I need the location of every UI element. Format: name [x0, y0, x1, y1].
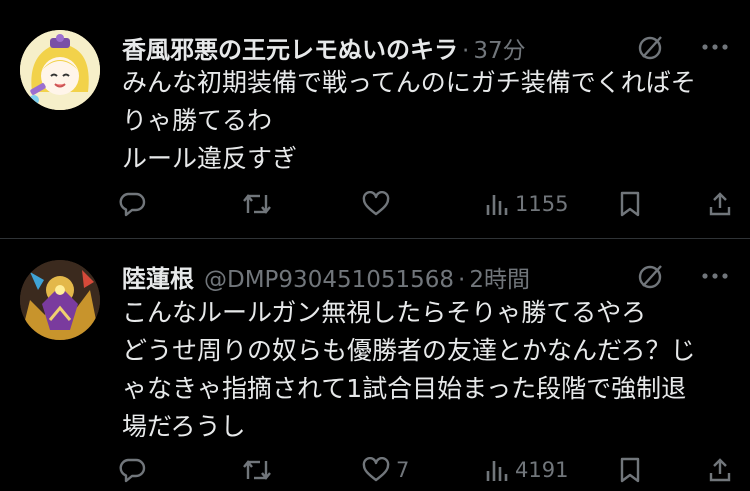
like-button[interactable]: 7: [362, 455, 409, 485]
avatar[interactable]: [20, 260, 100, 340]
grok-icon[interactable]: [634, 263, 668, 289]
bookmark-button[interactable]: [619, 189, 641, 219]
tweet-top-icons: [634, 263, 732, 289]
views-icon: [486, 195, 508, 215]
tweet-top-icons: [634, 34, 732, 60]
bookmark-icon: [620, 457, 640, 483]
tweet-header: 香風邪悪の王元レモぬいのキラ · 37分: [122, 30, 600, 64]
views-count: 1155: [515, 192, 569, 216]
share-button[interactable]: [708, 189, 732, 219]
reply-icon: [119, 192, 146, 217]
avatar-image: [20, 260, 100, 340]
tweet-text-line: こんなルールガン無視したらそりゃ勝てるやろ: [122, 298, 647, 327]
author-name[interactable]: 陸蓮根: [122, 259, 194, 293]
share-icon: [709, 192, 731, 216]
retweet-button[interactable]: [242, 455, 278, 485]
tweet-text-line: どうせ周りの奴らも優勝者の友達とかなんだろ？じ: [122, 336, 696, 365]
like-count: 7: [396, 458, 410, 482]
tweet-text-line: みんな初期装備で戦ってんのにガチ装備でくればそ: [122, 68, 696, 97]
bookmark-button[interactable]: [619, 455, 641, 485]
tweet-text-line: 場だろうし: [122, 412, 246, 441]
more-icon[interactable]: [698, 263, 732, 289]
share-button[interactable]: [708, 455, 732, 485]
like-icon: [362, 191, 390, 216]
author-name[interactable]: 香風邪悪の王元レモぬいのキラ: [122, 30, 458, 64]
tweet-actions: 1155: [118, 189, 734, 219]
bookmark-icon: [620, 191, 640, 217]
tweet-actions: 7 4191: [118, 455, 734, 485]
tweet-text-line: ゃなきゃ指摘されて1試合目始まった段階で強制退: [122, 374, 687, 403]
grok-icon[interactable]: [634, 34, 668, 60]
reply-button[interactable]: [118, 455, 152, 485]
separator-dot: ·: [458, 267, 466, 293]
avatar-image: [20, 30, 100, 110]
views-icon: [486, 461, 508, 481]
retweet-icon: [243, 460, 271, 480]
like-icon: [362, 457, 390, 482]
timestamp[interactable]: 37分: [473, 31, 525, 64]
share-icon: [709, 458, 731, 482]
reply-button[interactable]: [118, 189, 152, 219]
tweet[interactable]: 陸蓮根 @DMP930451051568 · 2時間 こんなルールガン無視したら…: [0, 239, 750, 491]
tweet[interactable]: 香風邪悪の王元レモぬいのキラ · 37分 みんな初期装備で戦ってんのにガチ装備で…: [0, 0, 750, 238]
tweet-text: みんな初期装備で戦ってんのにガチ装備でくればそ りゃ勝てるわ ルール違反すぎ: [122, 64, 730, 178]
tweet-text-line: りゃ勝てるわ: [122, 106, 273, 135]
author-handle[interactable]: @DMP930451051568: [204, 267, 454, 293]
views-count: 4191: [515, 458, 569, 482]
avatar[interactable]: [20, 30, 100, 110]
retweet-button[interactable]: [242, 189, 278, 219]
separator-dot: ·: [462, 38, 470, 64]
views-button[interactable]: 4191: [485, 455, 568, 485]
tweet-text-line: ルール違反すぎ: [122, 144, 298, 173]
timestamp[interactable]: 2時間: [469, 260, 530, 293]
more-icon[interactable]: [698, 34, 732, 60]
views-button[interactable]: 1155: [485, 189, 568, 219]
like-button[interactable]: [362, 189, 396, 219]
reply-icon: [119, 458, 146, 483]
tweet-header: 陸蓮根 @DMP930451051568 · 2時間: [122, 259, 600, 293]
retweet-icon: [243, 194, 271, 214]
tweet-text: こんなルールガン無視したらそりゃ勝てるやろ どうせ周りの奴らも優勝者の友達とかな…: [122, 294, 730, 446]
